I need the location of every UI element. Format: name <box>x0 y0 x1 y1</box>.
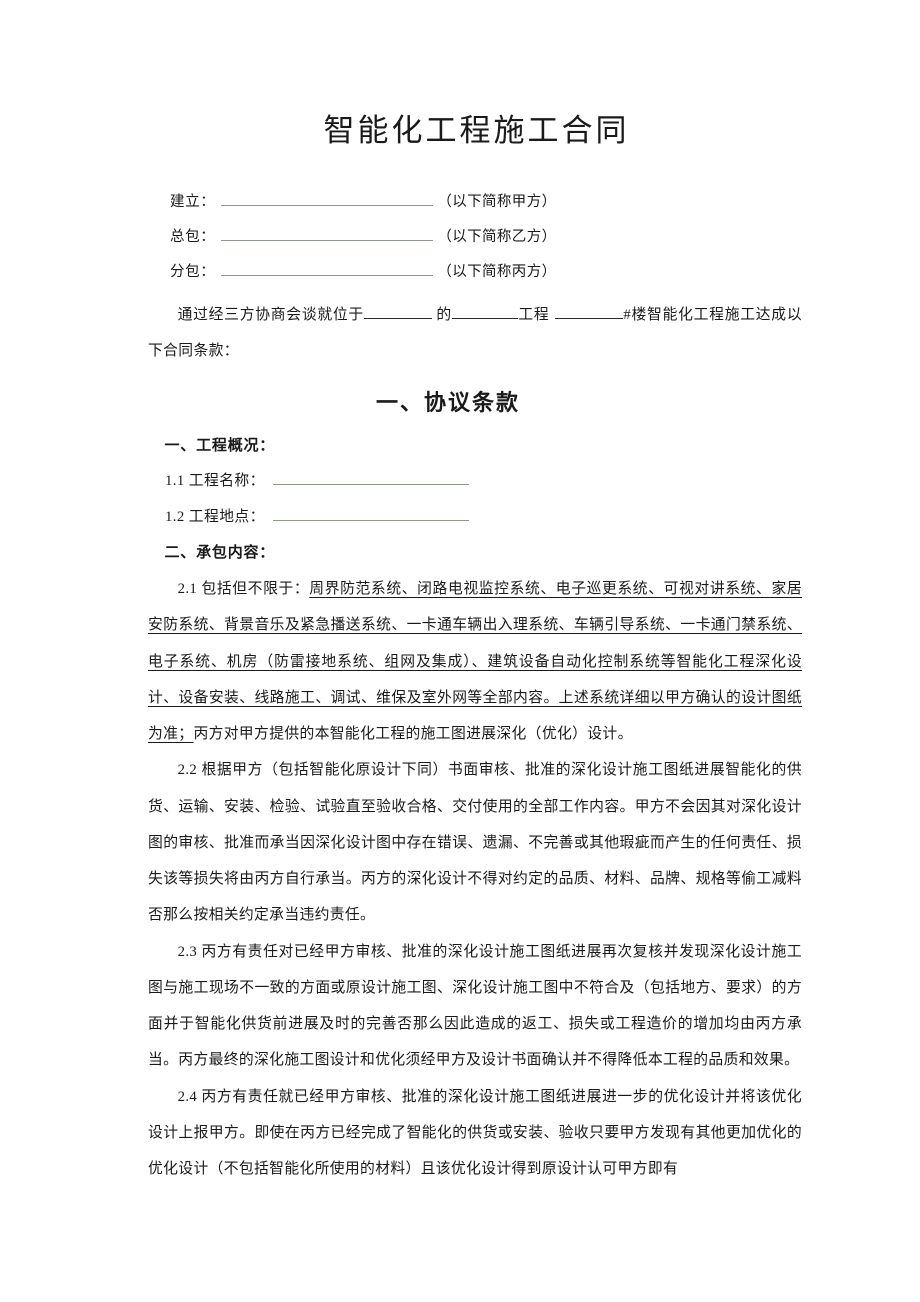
intro-lead-text: 通过经三方协商会谈就位于 <box>177 306 364 323</box>
field-label-project-location: 1.2 工程地点： <box>165 508 265 525</box>
field-label-project-name: 1.1 工程名称： <box>165 473 265 490</box>
party-note: （以下简称乙方） <box>437 228 557 245</box>
party-fill-blank[interactable] <box>221 191 434 206</box>
intro-project-blank[interactable] <box>451 304 518 319</box>
subheading-project-overview: 一、工程概况： <box>164 438 276 455</box>
party-note: （以下简称丙方） <box>437 264 557 281</box>
intro-mid-text-1: 的 <box>436 306 452 323</box>
document-content-column: 智能化工程施工合同 建立： （以下简称甲方） 总包： （以下简称乙方） 分包： … <box>148 0 802 1187</box>
field-row-project-name: 1.1 工程名称： <box>148 464 802 500</box>
clause-2-1-prefix: 2.1 包括但不限于： <box>177 581 310 598</box>
section-heading-agreement-terms: 一、协议条款 <box>375 390 520 416</box>
party-fill-blank[interactable] <box>221 261 434 277</box>
document-title: 智能化工程施工合同 <box>323 113 630 148</box>
clause-2-3: 2.3 丙方有责任对已经甲方审核、批准的深化设计施工图纸进展再次复核并发现深化设… <box>148 943 802 1069</box>
intro-location-blank[interactable] <box>363 304 432 319</box>
party-row-jiafang: 建立： （以下简称甲方） <box>148 191 802 209</box>
party-note: （以下简称甲方） <box>437 193 557 210</box>
clause-2-1-underlined-scope: 周界防范系统、闭路电视监控系统、电子巡更系统、可视对讲系统、家居安防系统、背景音… <box>148 581 803 743</box>
party-fill-blank[interactable] <box>221 226 434 241</box>
clause-2-1-suffix: 丙方对甲方提供的本智能化工程的施工图进展深化（优化）设计。 <box>193 726 633 743</box>
party-row-yifang: 总包： （以下简称乙方） <box>148 226 802 244</box>
intro-mid-text-2: 工程 <box>517 306 550 323</box>
document-page: 智能化工程施工合同 建立： （以下简称甲方） 总包： （以下简称乙方） 分包： … <box>0 0 920 1302</box>
party-label: 分包： <box>170 264 216 281</box>
party-row-bingfang: 分包： （以下简称丙方） <box>148 261 802 279</box>
subheading-contract-scope: 二、承包内容： <box>164 545 276 562</box>
party-label: 总包： <box>170 228 216 245</box>
clause-2-4: 2.4 丙方有责任就已经甲方审核、批准的深化设计施工图纸进展进一步的优化设计并将… <box>148 1088 802 1178</box>
clause-2-1: 2.1 包括但不限于：周界防范系统、闭路电视监控系统、电子巡更系统、可视对讲系统… <box>148 571 802 752</box>
intro-paragraph: 通过经三方协商会谈就位于 的工程 #楼智能化工程施工达成以下合同条款： <box>148 297 802 370</box>
project-name-blank[interactable] <box>272 470 469 486</box>
project-location-blank[interactable] <box>272 506 469 521</box>
intro-building-blank[interactable] <box>555 304 624 319</box>
clause-2-2: 2.2 根据甲方（包括智能化原设计下同）书面审核、批准的深化设计施工图纸进展智能… <box>148 762 802 924</box>
party-blanks-block: 建立： （以下简称甲方） 总包： （以下简称乙方） 分包： （以下简称丙方） <box>148 191 802 280</box>
party-label: 建立： <box>170 193 216 210</box>
field-row-project-location: 1.2 工程地点： <box>148 500 802 536</box>
